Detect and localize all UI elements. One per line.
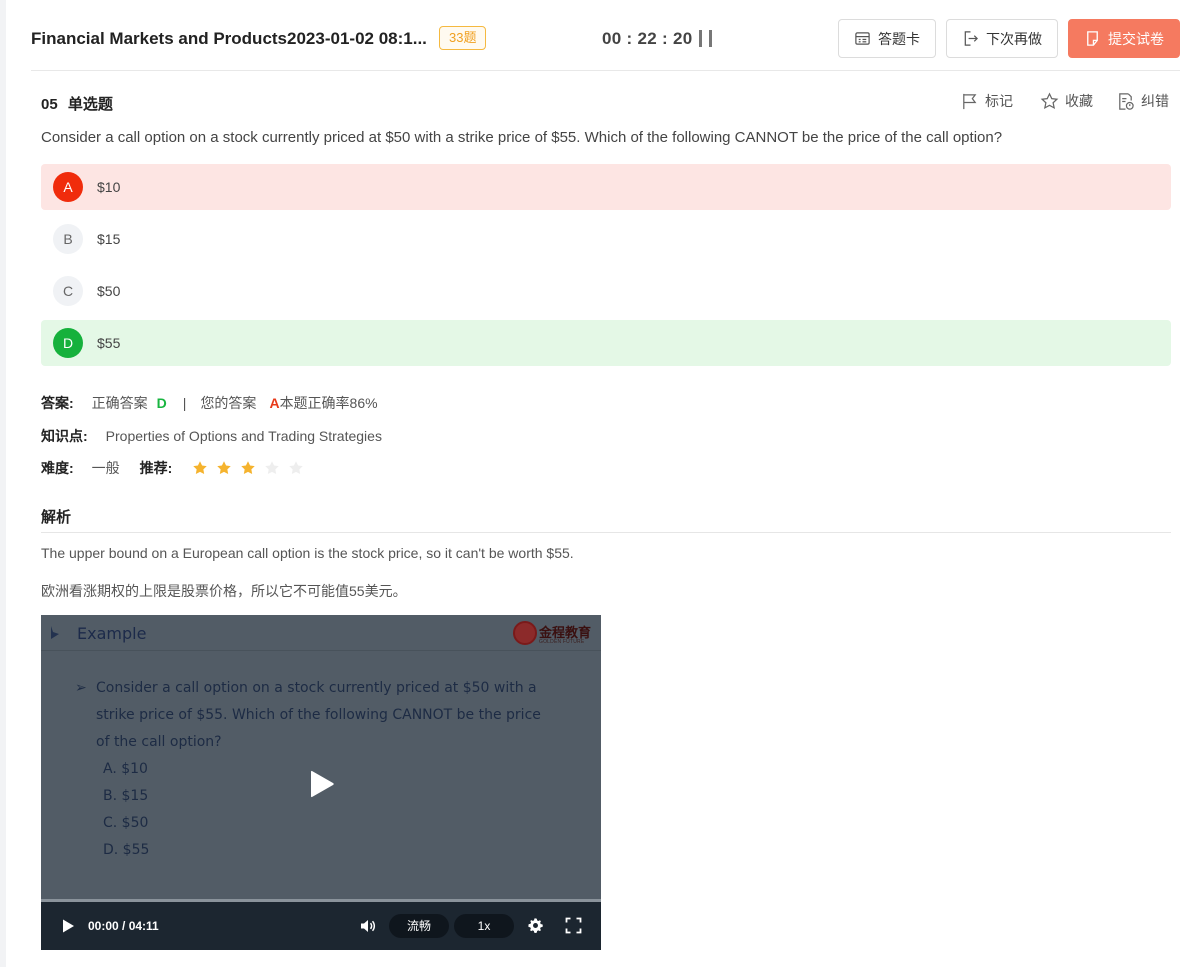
question-text: Consider a call option on a stock curren…	[41, 129, 1003, 146]
slide-title: Example	[77, 624, 147, 643]
volume-icon[interactable]	[359, 917, 377, 935]
star-empty-icon	[289, 461, 304, 474]
option-letter: A	[53, 172, 83, 202]
analysis-text-zh: 欧洲看涨期权的上限是股票价格，所以它不可能值55美元。	[41, 583, 407, 599]
difficulty-value: 一般	[91, 460, 120, 476]
your-answer-value: A	[269, 395, 280, 411]
brand-subtitle: GOLDEN FUTURE	[539, 639, 585, 645]
slide-option: D. $55	[103, 842, 150, 858]
answer-card-label: 答题卡	[878, 30, 920, 47]
star-filled-icon	[241, 461, 256, 474]
accuracy-text: 本题正确率86%	[279, 395, 378, 411]
star-outline-icon	[1040, 91, 1059, 109]
answer-card-button[interactable]: 答题卡	[838, 19, 936, 58]
exam-title: Financial Markets and Products2023-01-02…	[31, 29, 427, 48]
exit-icon	[964, 31, 978, 46]
recommend-label: 推荐:	[139, 460, 173, 476]
answer-separator: |	[182, 395, 187, 411]
correct-answer-label: 正确答案	[91, 395, 148, 411]
difficulty-label: 难度:	[41, 460, 74, 476]
option-a[interactable]: A $10	[41, 164, 1171, 210]
exam-timer: 00 : 22 : 20	[602, 29, 693, 48]
option-text: $10	[97, 179, 121, 195]
quality-selector[interactable]: 流畅	[389, 914, 449, 938]
mark-button[interactable]: 标记	[960, 91, 1013, 111]
your-answer-label: 您的答案	[200, 395, 257, 411]
submit-exam-label: 提交试卷	[1108, 30, 1164, 47]
slide-question: Consider a call option on a stock curren…	[96, 680, 541, 750]
answer-card-icon	[855, 32, 870, 45]
play-icon[interactable]	[60, 918, 76, 934]
analysis-text-en: The upper bound on a European call optio…	[41, 545, 574, 561]
question-count-badge: 33题	[439, 26, 487, 50]
slide-option: C. $50	[103, 815, 149, 831]
gear-icon[interactable]	[527, 917, 544, 934]
recommend-stars	[192, 460, 312, 476]
favorite-button[interactable]: 收藏	[1040, 91, 1093, 111]
submit-exam-button[interactable]: 提交试卷	[1068, 19, 1180, 58]
knowledge-label: 知识点:	[41, 428, 88, 444]
option-b[interactable]: B $15	[41, 216, 1171, 262]
answer-row: 答案: 正确答案 D | 您的答案 A 本题正确率86%	[41, 393, 378, 413]
mark-label: 标记	[985, 93, 1013, 109]
option-letter: B	[53, 224, 83, 254]
video-controls: 00:00 / 04:11 流畅 1x	[41, 902, 601, 950]
submit-doc-icon	[1087, 31, 1098, 46]
analysis-divider	[41, 532, 1171, 533]
exam-header: Financial Markets and Products2023-01-02…	[31, 0, 1180, 71]
option-letter: C	[53, 276, 83, 306]
correct-answer-value: D	[156, 395, 167, 411]
slide-bullet: ➢	[75, 680, 87, 696]
option-letter: D	[53, 328, 83, 358]
option-text: $55	[97, 335, 121, 351]
difficulty-row: 难度: 一般 推荐:	[41, 458, 312, 478]
knowledge-row: 知识点: Properties of Options and Trading S…	[41, 426, 382, 446]
star-filled-icon	[193, 461, 208, 474]
explanation-video-player[interactable]: Example 金程教育 GOLDEN FUTURE ➢ Consider a …	[41, 615, 601, 950]
error-report-icon	[1119, 92, 1134, 110]
star-filled-icon	[217, 461, 232, 474]
slide-logo-icon	[51, 626, 59, 639]
question-heading: 05 单选题	[41, 93, 113, 114]
answer-label: 答案:	[41, 395, 74, 411]
left-strip	[0, 0, 6, 967]
star-empty-icon	[265, 461, 280, 474]
option-c[interactable]: C $50	[41, 268, 1171, 314]
speed-selector[interactable]: 1x	[454, 914, 514, 938]
video-time: 00:00 / 04:11	[88, 919, 159, 933]
brand-logo: 金程教育 GOLDEN FUTURE	[511, 619, 597, 649]
do-later-label: 下次再做	[986, 30, 1042, 47]
report-error-label: 纠错	[1141, 93, 1169, 109]
flag-icon	[963, 93, 977, 109]
big-play-icon[interactable]	[307, 769, 337, 799]
question-number: 05	[41, 96, 58, 113]
favorite-label: 收藏	[1065, 93, 1093, 109]
option-d[interactable]: D $55	[41, 320, 1171, 366]
option-text: $50	[97, 283, 121, 299]
question-type: 单选题	[67, 96, 113, 113]
slide-header: Example 金程教育 GOLDEN FUTURE	[41, 615, 601, 651]
knowledge-value: Properties of Options and Trading Strate…	[105, 428, 382, 444]
option-text: $15	[97, 231, 121, 247]
brand-seal-icon	[513, 621, 537, 645]
analysis-title: 解析	[41, 509, 72, 526]
pause-icon[interactable]	[699, 30, 713, 47]
fullscreen-icon[interactable]	[565, 917, 582, 934]
report-error-button[interactable]: 纠错	[1116, 91, 1169, 111]
do-later-button[interactable]: 下次再做	[946, 19, 1058, 58]
